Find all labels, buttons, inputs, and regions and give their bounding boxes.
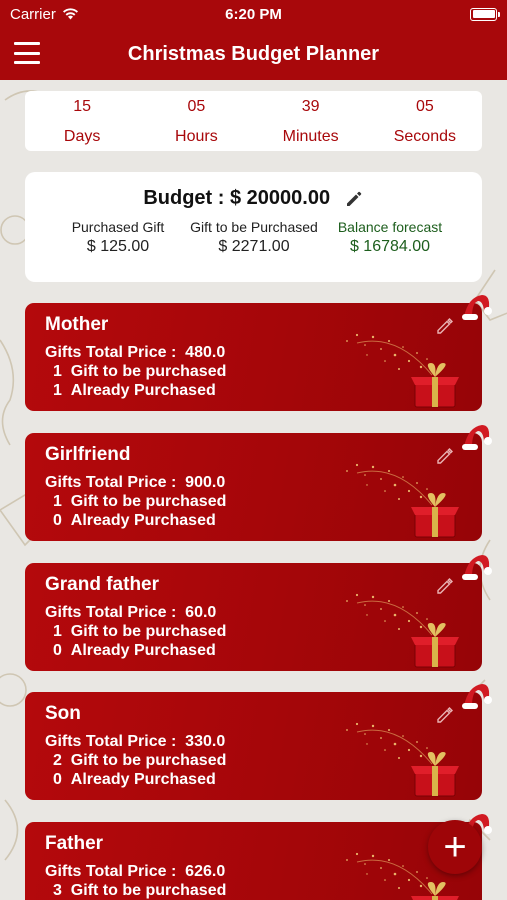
add-person-button[interactable]: + (428, 820, 482, 874)
santa-hat-icon (460, 680, 494, 717)
already-purchased-line: 0 Already Purchased (53, 642, 216, 660)
nav-bar: Christmas Budget Planner (0, 28, 507, 80)
to-be-purchased-label: Gift to be purchased (70, 623, 227, 640)
gift-box-icon (337, 453, 472, 548)
hamburger-menu-icon[interactable] (14, 41, 40, 65)
to-be-purchased-line: 1 Gift to be purchased (53, 493, 226, 511)
gifts-total-label: Gifts Total Price : (45, 863, 177, 880)
to-be-purchased-line: 1 Gift to be purchased (53, 363, 226, 381)
person-card[interactable]: Grand father Gifts Total Price : 60.0 1 Gi… (25, 555, 492, 671)
santa-hat-icon (460, 421, 494, 458)
countdown-seconds: 05 Seconds (368, 91, 482, 151)
purchased-gift-label: Purchased Gift (71, 219, 165, 235)
already-purchased-line: 1 Already Purchased (53, 382, 216, 400)
gift-box-icon (337, 323, 472, 418)
purchased-gift-value: $ 125.00 (86, 238, 150, 255)
person-card[interactable]: Girlfriend Gifts Total Price : 900.0 1 Gif… (25, 425, 492, 541)
to-be-purchased-label: Gift to be purchased (70, 752, 227, 769)
already-purchased-count: 0 (53, 512, 62, 529)
minutes-label: Minutes (282, 128, 339, 145)
already-purchased-label: Already Purchased (70, 382, 216, 399)
person-card[interactable]: Mother Gifts Total Price : 480.0 1 Gift to… (25, 295, 492, 411)
gifts-total-line: Gifts Total Price : 626.0 (45, 863, 225, 881)
gifts-total-label: Gifts Total Price : (45, 604, 177, 621)
balance-forecast-value: $ 16784.00 (349, 238, 431, 255)
countdown-minutes: 39 Minutes (254, 91, 368, 151)
already-purchased-label: Already Purchased (70, 512, 216, 529)
already-purchased-label: Already Purchased (70, 642, 216, 659)
to-be-purchased-line: 3 Gift to be purchased (53, 882, 226, 900)
budget-label: Budget : (143, 187, 225, 209)
to-be-purchased-count: 1 (53, 623, 62, 640)
to-be-purchased-count: 1 (53, 493, 62, 510)
person-name: Girlfriend (45, 444, 131, 465)
carrier-label: Carrier (10, 5, 56, 23)
gifts-total-value: 480.0 (185, 344, 226, 361)
hours-value: 05 (187, 98, 206, 115)
person-name: Grand father (45, 574, 160, 595)
plus-icon: + (443, 824, 467, 869)
already-purchased-label: Already Purchased (70, 771, 216, 788)
gifts-total-label: Gifts Total Price : (45, 474, 177, 491)
budget-row: Budget : $ 20000.00 (25, 187, 482, 210)
gifts-total-line: Gifts Total Price : 480.0 (45, 344, 225, 362)
wifi-icon (62, 8, 78, 20)
person-name: Father (45, 833, 104, 854)
already-purchased-count: 1 (53, 382, 62, 399)
gifts-total-label: Gifts Total Price : (45, 344, 177, 361)
battery-icon (470, 7, 500, 21)
to-be-purchased-label: Gift to be purchased (70, 493, 227, 510)
to-be-purchased-line: 1 Gift to be purchased (53, 623, 226, 641)
to-be-purchased-line: 2 Gift to be purchased (53, 752, 226, 770)
seconds-label: Seconds (393, 128, 456, 145)
gift-box-icon (337, 712, 472, 807)
gifts-total-line: Gifts Total Price : 330.0 (45, 733, 225, 751)
budget-card: Budget : $ 20000.00 Purchased Gift $ 125… (25, 172, 482, 282)
purchased-gift-stat: Purchased Gift $ 125.00 (53, 218, 183, 256)
countdown-days: 15 Days (25, 91, 139, 151)
person-card[interactable]: Father Gifts Total Price : 626.0 3 Gift to… (25, 814, 492, 900)
gift-to-be-purchased-value: $ 2271.00 (218, 238, 290, 255)
santa-hat-icon (460, 551, 494, 588)
seconds-value: 05 (415, 98, 434, 115)
already-purchased-count: 0 (53, 771, 62, 788)
to-be-purchased-count: 1 (53, 363, 62, 380)
to-be-purchased-label: Gift to be purchased (70, 882, 227, 899)
gift-to-be-purchased-stat: Gift to be Purchased $ 2271.00 (189, 218, 319, 256)
gifts-total-line: Gifts Total Price : 900.0 (45, 474, 225, 492)
gifts-total-value: 330.0 (185, 733, 226, 750)
minutes-value: 39 (301, 98, 320, 115)
gifts-total-label: Gifts Total Price : (45, 733, 177, 750)
balance-forecast-label: Balance forecast (337, 219, 443, 235)
person-name: Mother (45, 314, 109, 335)
gifts-total-value: 60.0 (185, 604, 217, 621)
already-purchased-count: 0 (53, 642, 62, 659)
already-purchased-line: 0 Already Purchased (53, 771, 216, 789)
hours-label: Hours (175, 128, 218, 145)
to-be-purchased-label: Gift to be purchased (70, 363, 227, 380)
to-be-purchased-count: 2 (53, 752, 62, 769)
gifts-total-value: 626.0 (185, 863, 226, 880)
countdown-hours: 05 Hours (139, 91, 253, 151)
status-bar: Carrier 6:20 PM (0, 0, 507, 28)
santa-hat-icon (460, 291, 494, 328)
countdown-panel: 15 Days 05 Hours 39 Minutes 05 Seconds (25, 91, 482, 151)
balance-forecast-stat: Balance forecast $ 16784.00 (325, 218, 455, 256)
gift-box-icon (337, 583, 472, 678)
days-label: Days (63, 128, 101, 145)
gifts-total-line: Gifts Total Price : 60.0 (45, 604, 216, 622)
person-card[interactable]: Son Gifts Total Price : 330.0 2 Gift to be… (25, 684, 492, 800)
to-be-purchased-count: 3 (53, 882, 62, 899)
gift-to-be-purchased-label: Gift to be Purchased (190, 219, 318, 235)
budget-amount: $ 20000.00 (229, 187, 331, 209)
days-value: 15 (73, 98, 92, 115)
edit-budget-pencil-icon[interactable] (344, 189, 364, 209)
page-title: Christmas Budget Planner (127, 42, 380, 65)
already-purchased-line: 0 Already Purchased (53, 512, 216, 530)
person-name: Son (45, 703, 81, 724)
gifts-total-value: 900.0 (185, 474, 226, 491)
